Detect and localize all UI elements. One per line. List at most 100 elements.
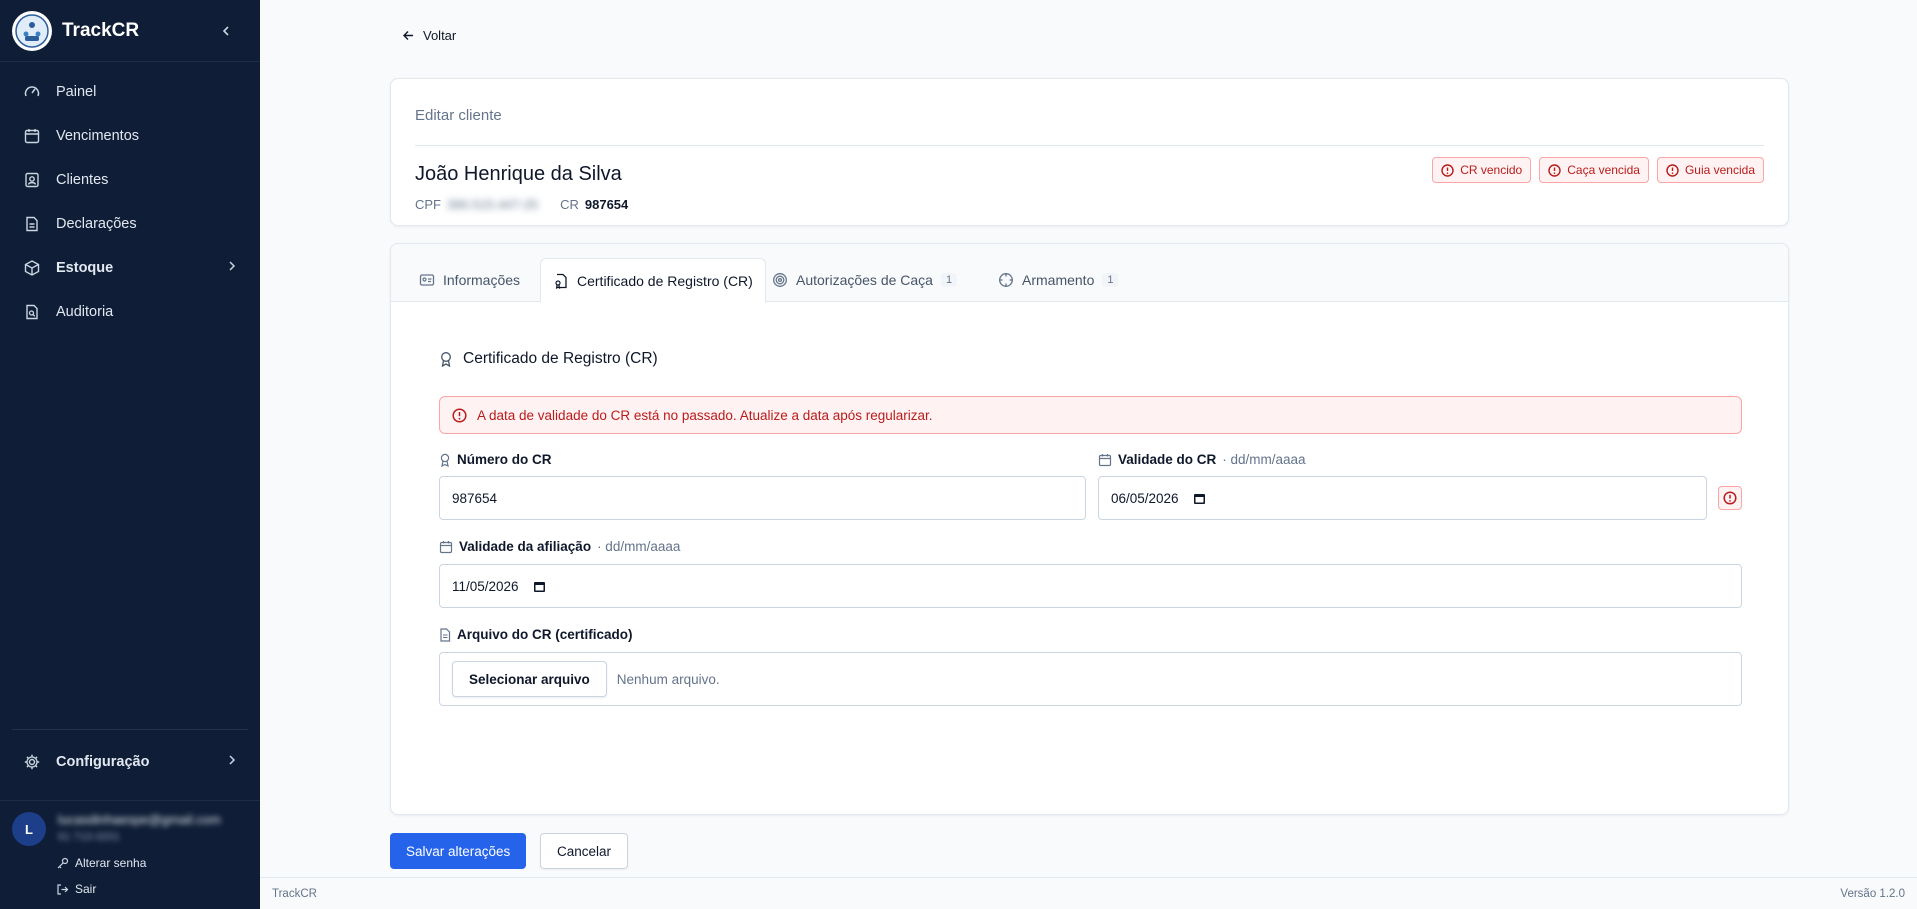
tab-autorizacoes-caca[interactable]: Autorizações de Caça 1 <box>760 258 969 302</box>
back-label: Voltar <box>423 28 457 43</box>
user-phone: 61 713-3201 <box>58 831 120 843</box>
logout-icon <box>56 883 69 896</box>
brand: TrackCR <box>0 0 260 62</box>
client-meta: CPF 390.515.447-25 CR 987654 <box>415 197 628 212</box>
brand-name: TrackCR <box>62 19 140 41</box>
validity-alert: A data de validade do CR está no passado… <box>439 396 1742 434</box>
sidebar-item-clientes[interactable]: Clientes <box>0 158 260 202</box>
contact-icon <box>22 170 42 190</box>
change-password-link[interactable]: Alterar senha <box>56 856 146 870</box>
avatar: L <box>12 812 46 846</box>
tab-bar: Informações Certificado de Registro (CR)… <box>391 244 1788 303</box>
cr-file-label: Arquivo do CR (certificado) <box>439 627 633 642</box>
cr-validity-label: Validade do CR · dd/mm/aaaa <box>1098 452 1306 467</box>
sidebar-item-painel[interactable]: Painel <box>0 70 260 114</box>
cr-validity-error-button[interactable] <box>1718 486 1742 510</box>
sidebar-item-auditoria[interactable]: Auditoria <box>0 290 260 334</box>
document-icon <box>22 214 42 234</box>
cpf-value: 390.515.447-25 <box>447 197 539 212</box>
footer-app-name: TrackCR <box>272 887 317 900</box>
save-button[interactable]: Salvar alterações <box>390 833 527 869</box>
client-name: João Henrique da Silva <box>415 163 622 185</box>
logo <box>12 10 52 51</box>
target-icon <box>773 273 787 287</box>
status-badge: Caça vencida <box>1539 157 1649 183</box>
logout-label: Sair <box>75 882 97 896</box>
crosshair-icon <box>999 273 1013 287</box>
status-badges: CR vencido Caça vencida Guia vencida <box>1432 157 1764 183</box>
calendar-icon <box>439 540 453 553</box>
client-header-card: Editar cliente João Henrique da Silva CP… <box>390 78 1789 226</box>
package-icon <box>22 258 42 278</box>
sidebar-item-label: Clientes <box>56 172 109 188</box>
sidebar: TrackCR Painel Vencimentos Clientes Decl… <box>0 0 260 909</box>
divider <box>0 800 260 801</box>
client-tabs-card: Informações Certificado de Registro (CR)… <box>390 243 1789 815</box>
change-password-label: Alterar senha <box>75 856 147 870</box>
tab-certificado[interactable]: Certificado de Registro (CR) <box>540 258 766 303</box>
affiliation-validity-date-input[interactable]: 11/05/2026 <box>439 564 1742 608</box>
sidebar-item-estoque[interactable]: Estoque <box>0 246 260 290</box>
award-icon <box>441 352 451 367</box>
sidebar-item-label: Painel <box>56 84 97 100</box>
alert-circle-icon <box>1723 491 1737 505</box>
cr-label: CR <box>560 197 579 212</box>
cpf-label: CPF <box>415 197 441 212</box>
tab-count: 1 <box>1102 273 1119 287</box>
tab-informacoes[interactable]: Informações <box>407 258 532 302</box>
cr-number-label: Número do CR <box>439 452 552 467</box>
status-badge: Guia vencida <box>1656 157 1764 183</box>
gear-icon <box>22 752 42 772</box>
page-subtitle: Editar cliente <box>415 107 502 124</box>
sidebar-item-label: Estoque <box>56 260 114 276</box>
back-link[interactable]: Voltar <box>402 28 456 43</box>
alert-circle-icon <box>452 407 467 423</box>
cr-number-input[interactable]: 987654 <box>439 476 1086 520</box>
sidebar-item-configuracao[interactable]: Configuração <box>0 740 260 784</box>
file-status: Nenhum arquivo. <box>616 671 720 687</box>
tab-armamento[interactable]: Armamento 1 <box>986 258 1130 302</box>
sidebar-nav: Painel Vencimentos Clientes Declarações … <box>0 62 260 334</box>
calendar-picker-icon <box>1193 493 1205 504</box>
arrow-left-icon <box>402 29 415 42</box>
footer: TrackCR Versão 1.2.0 <box>260 877 1917 909</box>
collapse-sidebar-icon[interactable] <box>216 21 236 41</box>
main-content: Voltar Editar cliente João Henrique da S… <box>260 0 1917 909</box>
alert-circle-icon <box>1441 163 1454 177</box>
sidebar-item-vencimentos[interactable]: Vencimentos <box>0 114 260 158</box>
divider <box>12 729 248 730</box>
divider <box>415 145 1764 146</box>
calendar-icon <box>1098 453 1112 466</box>
sidebar-item-label: Declarações <box>56 216 137 232</box>
sidebar-item-label: Vencimentos <box>56 128 140 144</box>
logout-link[interactable]: Sair <box>56 882 96 896</box>
calendar-icon <box>22 126 42 146</box>
key-icon <box>56 857 69 870</box>
status-badge: CR vencido <box>1432 157 1532 183</box>
affiliation-validity-label: Validade da afiliação · dd/mm/aaaa <box>439 539 680 554</box>
version-label: Versão 1.2.0 <box>1840 887 1905 900</box>
sidebar-item-declaracoes[interactable]: Declarações <box>0 202 260 246</box>
award-icon <box>440 453 450 467</box>
user-profile: L lucasdinhaespe@gmail.com 61 713-3201 <box>12 812 248 846</box>
alert-circle-icon <box>1666 163 1679 177</box>
calendar-picker-icon <box>533 581 545 592</box>
cr-validity-date-input[interactable]: 06/05/2026 <box>1098 476 1707 520</box>
file-badge-icon <box>555 273 567 289</box>
alert-circle-icon <box>1548 163 1561 177</box>
cancel-button[interactable]: Cancelar <box>540 833 629 869</box>
tab-count: 1 <box>940 273 958 287</box>
select-file-button[interactable]: Selecionar arquivo <box>452 661 607 697</box>
id-card-icon <box>419 274 435 286</box>
chevron-right-icon <box>226 754 238 770</box>
chevron-right-icon <box>226 260 238 276</box>
cr-value: 987654 <box>584 197 629 212</box>
section-title: Certificado de Registro (CR) <box>439 350 658 368</box>
gauge-icon <box>22 82 42 102</box>
document-icon <box>440 627 451 642</box>
sidebar-item-label: Auditoria <box>56 304 114 320</box>
alert-text: A data de validade do CR está no passado… <box>477 407 933 423</box>
file-search-icon <box>22 302 42 322</box>
sidebar-item-label: Configuração <box>56 754 150 770</box>
cr-file-input: Selecionar arquivo Nenhum arquivo. <box>439 652 1742 706</box>
